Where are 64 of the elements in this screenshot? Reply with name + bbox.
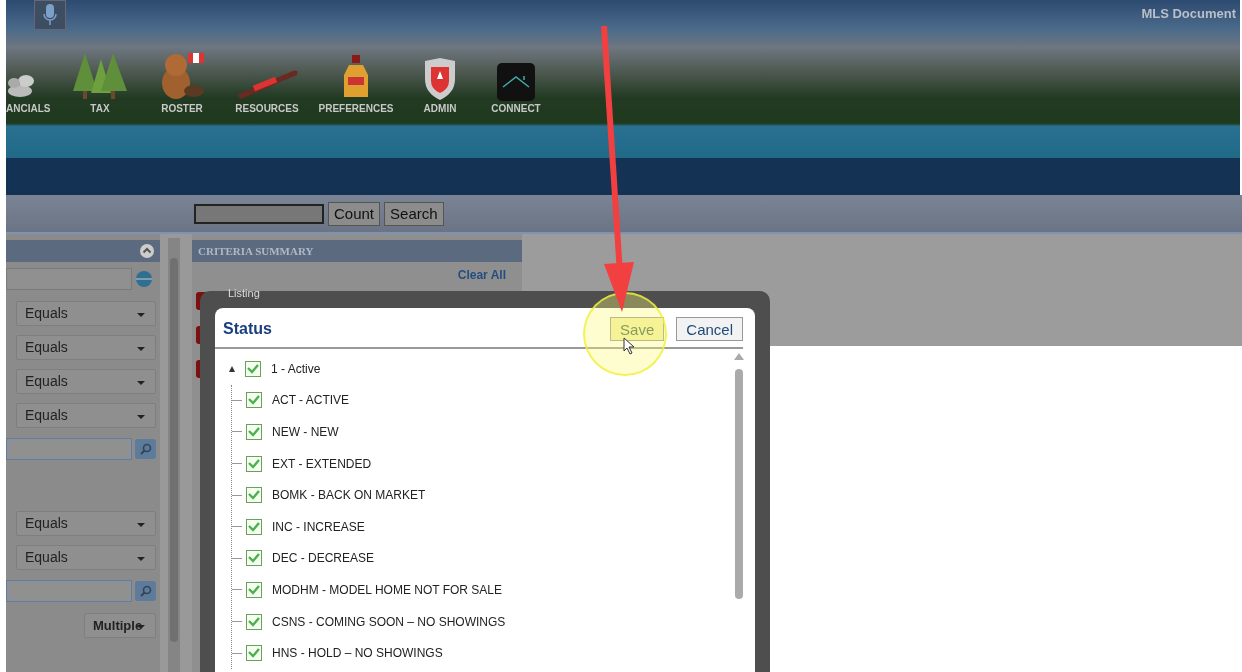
collapse-icon[interactable]	[140, 244, 154, 258]
checkbox[interactable]	[246, 518, 262, 535]
nav-link[interactable]: ADMIN	[423, 103, 457, 114]
tree-item-label: BOMK - BACK ON MARKET	[272, 488, 426, 503]
checkbox[interactable]	[246, 455, 262, 472]
checkbox[interactable]	[246, 487, 262, 504]
caret-icon	[137, 380, 145, 385]
tree-item-label: MODHM - MODEL HOME NOT FOR SALE	[272, 582, 502, 597]
nav-link[interactable]: ANCIALS	[6, 103, 51, 114]
nav-link[interactable]: TAX	[90, 103, 110, 114]
house-icon[interactable]	[497, 63, 535, 101]
nav-link[interactable]: PREFERENCES	[318, 103, 394, 114]
nav-link[interactable]: RESOURCES	[235, 103, 299, 114]
checkbox[interactable]	[246, 424, 262, 440]
checkbox[interactable]	[245, 360, 261, 377]
microphone-icon[interactable]	[34, 0, 66, 30]
tree-item-label: HNS - HOLD – NO SHOWINGS	[272, 646, 443, 661]
operator-dropdown[interactable]: Equals	[16, 300, 156, 326]
checkbox[interactable]	[246, 613, 262, 630]
lookup-field[interactable]	[6, 438, 132, 460]
operator-dropdown[interactable]: Equals	[16, 368, 156, 394]
text-field[interactable]	[194, 203, 324, 224]
panel-title: CRITERIA SUMMARY	[198, 245, 314, 257]
operator-dropdown[interactable]: Equals	[16, 402, 156, 428]
search-icon	[139, 443, 152, 455]
tree-item-label: EXT - EXTENDED	[272, 456, 372, 471]
caret-icon	[137, 556, 145, 561]
dialog-title: Status	[223, 320, 272, 338]
banner-title: MLS Document	[1141, 6, 1236, 21]
tree-item-label: DEC - DECREASE	[272, 551, 375, 566]
globe-icon[interactable]	[135, 270, 155, 288]
operator-dropdown[interactable]: Equals	[16, 544, 156, 570]
tree-item-label: NEW - NEW	[272, 425, 339, 439]
nav-link[interactable]: CONNECT	[491, 103, 541, 114]
tree-item-label: CSNS - COMING SOON – NO SHOWINGS	[272, 614, 506, 629]
toolbar-button[interactable]: Search	[384, 201, 444, 226]
shield-icon[interactable]	[423, 57, 457, 101]
search-button[interactable]	[135, 581, 156, 601]
pine-trees-icon[interactable]	[71, 51, 129, 101]
scrollbar[interactable]	[168, 238, 180, 672]
dialog-button[interactable]: Cancel	[676, 317, 743, 341]
operator-dropdown[interactable]: Equals	[16, 334, 156, 360]
tree-item-label: INC - INCREASE	[272, 519, 365, 534]
caret-icon	[137, 522, 145, 527]
pointer-cursor-icon	[623, 337, 637, 355]
caret-icon	[137, 414, 145, 419]
caret-icon	[137, 346, 145, 351]
tree-item-label: 1 - Active	[271, 361, 321, 376]
checkbox[interactable]	[246, 581, 262, 598]
lookup-field[interactable]	[6, 580, 132, 602]
criteria-label: Listing	[228, 287, 260, 299]
operator-dropdown[interactable]: Multiple	[84, 612, 156, 638]
checkbox[interactable]	[246, 645, 262, 662]
expander-icon[interactable]	[229, 365, 235, 372]
toolbar-button[interactable]: Count	[328, 201, 381, 226]
search-icon	[139, 585, 152, 597]
tree-item-label: ACT - ACTIVE	[272, 393, 350, 408]
checkbox[interactable]	[246, 550, 262, 567]
operator-dropdown[interactable]: Equals	[16, 510, 156, 536]
search-button[interactable]	[135, 439, 156, 459]
caret-icon	[137, 312, 145, 317]
nav-link[interactable]: ROSTER	[161, 103, 203, 114]
checkbox[interactable]	[246, 392, 262, 409]
text-field[interactable]	[6, 268, 132, 290]
